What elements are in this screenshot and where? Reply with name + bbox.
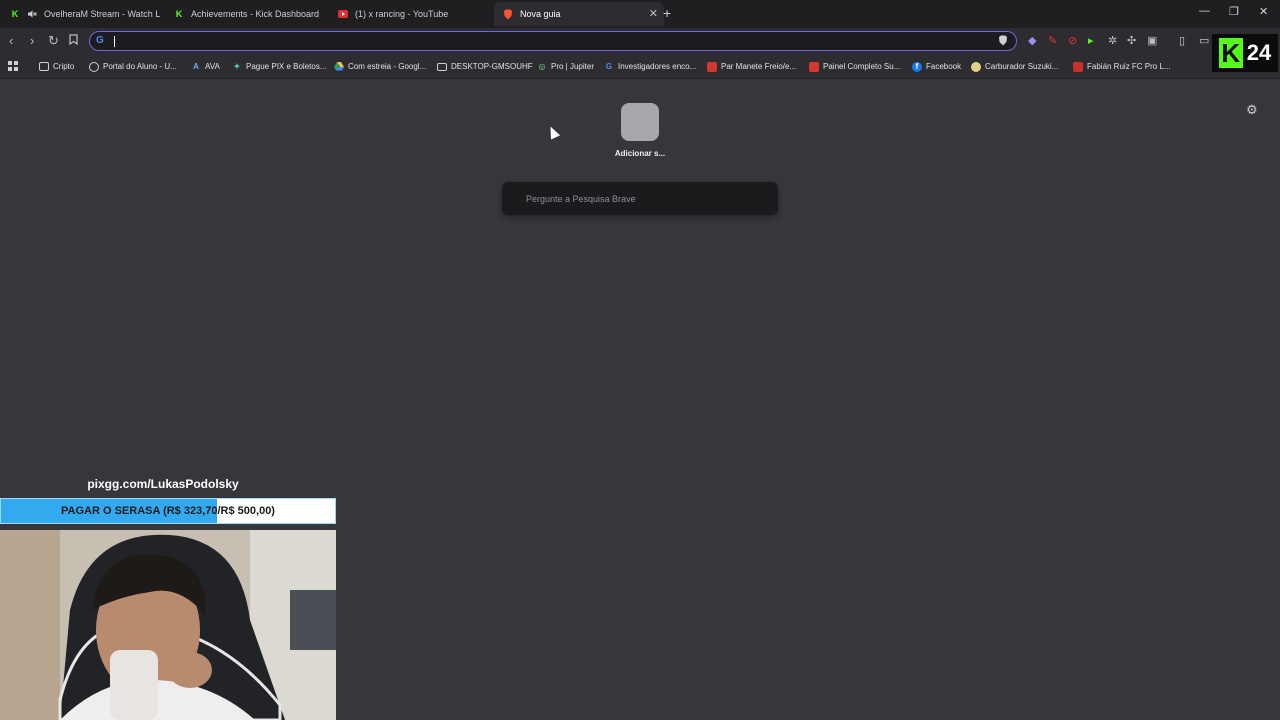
bookmark-label: Pro | Jupiter bbox=[551, 62, 594, 71]
bookmark-label: Fabián Ruiz FC Pro L... bbox=[1087, 62, 1171, 71]
bookmark-pague-pix[interactable]: ✦ Pague PIX e Boletos... bbox=[232, 60, 327, 73]
bookmark-label: Pague PIX e Boletos... bbox=[246, 62, 327, 71]
shop-icon bbox=[971, 61, 981, 72]
tab-strip: K OvelheraM Stream - Watch Live o K Achi… bbox=[0, 0, 1280, 28]
bookmark-investigadores[interactable]: G Investigadores enco... bbox=[604, 60, 696, 73]
bookmark-label: Facebook bbox=[926, 62, 962, 71]
bookmark-label: DESKTOP-GMSOUHF bbox=[451, 62, 533, 71]
mouse-cursor-icon bbox=[545, 124, 561, 140]
extensions-puzzle-icon[interactable]: ✣ bbox=[1127, 34, 1136, 47]
jupiter-icon: ◎ bbox=[538, 62, 546, 71]
bookmark-com-estreia[interactable]: Com estreia - Googl... bbox=[334, 60, 426, 73]
ava-icon: A bbox=[193, 62, 199, 71]
window-icon[interactable]: ▭ bbox=[1199, 34, 1209, 47]
google-icon: G bbox=[605, 62, 613, 71]
goal-text: PAGAR O SERASA (R$ 323,70/R$ 500,00) bbox=[61, 505, 275, 517]
shop-icon bbox=[707, 61, 717, 72]
extension-stop-icon[interactable]: ⊘ bbox=[1068, 34, 1077, 47]
tab-ovelheram-stream[interactable]: K OvelheraM Stream - Watch Live o bbox=[6, 2, 160, 26]
bookmark-desktop[interactable]: DESKTOP-GMSOUHF bbox=[437, 60, 533, 73]
drive-icon bbox=[334, 62, 344, 72]
tab-nova-guia[interactable]: Nova guia ✕ bbox=[494, 2, 664, 26]
google-search-icon: G bbox=[96, 35, 104, 46]
bookmark-label: Carburador Suzuki... bbox=[985, 62, 1059, 71]
bookmark-par-manete[interactable]: Par Manete Freio/e... bbox=[707, 60, 796, 73]
tab-title: OvelheraM Stream - Watch Live o bbox=[44, 9, 160, 19]
add-shortcut-tile[interactable] bbox=[621, 103, 659, 141]
forward-icon[interactable]: › bbox=[30, 33, 34, 48]
ntp-settings-icon[interactable]: ⚙ bbox=[1246, 102, 1258, 118]
bookmark-label: AVA bbox=[205, 62, 220, 71]
tab-title: Nova guia bbox=[520, 9, 561, 19]
brave-shield-icon[interactable] bbox=[998, 35, 1008, 49]
bookmark-cripto[interactable]: Cripto bbox=[39, 60, 74, 73]
brave-icon bbox=[503, 9, 513, 19]
toolbar: ‹ › ↻ G ◆ ✎ ⊘ ▸ ✲ ✣ ▣ ▯ ▭ bbox=[0, 28, 1280, 55]
minimize-icon[interactable]: — bbox=[1199, 5, 1210, 17]
facebook-icon: f bbox=[912, 61, 922, 72]
kick-badge-number: 24 bbox=[1246, 40, 1272, 65]
tab-achievements[interactable]: K Achievements - Kick Dashboard bbox=[170, 2, 324, 26]
muted-speaker-icon[interactable] bbox=[27, 9, 37, 19]
sidebar-toggle-icon[interactable]: ▯ bbox=[1179, 34, 1185, 47]
kick-logo-icon: K bbox=[1218, 38, 1243, 68]
bookmark-fabian-ruiz[interactable]: Fabián Ruiz FC Pro L... bbox=[1073, 60, 1171, 73]
leo-ai-icon[interactable]: ◆ bbox=[1028, 34, 1036, 47]
brave-search-box[interactable] bbox=[502, 182, 778, 215]
webcam-feed bbox=[0, 530, 336, 720]
extension-red-icon[interactable]: ✎ bbox=[1048, 34, 1057, 47]
bookmark-pro-jupiter[interactable]: ◎ Pro | Jupiter bbox=[537, 60, 594, 73]
globe-icon bbox=[89, 61, 99, 72]
fc-icon bbox=[1073, 61, 1083, 72]
tab-youtube[interactable]: (1) x rancing - YouTube bbox=[334, 2, 488, 26]
extension-gear-icon[interactable]: ✲ bbox=[1108, 34, 1117, 47]
donation-goal-bar: PAGAR O SERASA (R$ 323,70/R$ 500,00) bbox=[0, 498, 336, 524]
bookmark-label: Investigadores enco... bbox=[618, 62, 697, 71]
tab-title: (1) x rancing - YouTube bbox=[355, 9, 449, 19]
bookmarks-bar: Cripto Portal do Aluno - U... A AVA ✦ Pa… bbox=[0, 55, 1280, 79]
bookmark-label: Par Manete Freio/e... bbox=[721, 62, 797, 71]
kick-icon: K bbox=[175, 9, 183, 19]
shop-icon bbox=[809, 61, 819, 72]
tab-title: Achievements - Kick Dashboard bbox=[191, 9, 320, 19]
address-bar[interactable]: G bbox=[89, 31, 1017, 51]
kick-icon: K bbox=[11, 9, 19, 19]
apps-grid-icon[interactable] bbox=[8, 60, 19, 73]
add-shortcut-label: Adicionar s... bbox=[614, 149, 666, 158]
pix-donation-link: pixgg.com/LukasPodolsky bbox=[87, 477, 239, 491]
close-tab-icon[interactable]: ✕ bbox=[649, 7, 658, 20]
wallet-icon[interactable]: ▣ bbox=[1147, 34, 1157, 47]
bookmark-ava[interactable]: A AVA bbox=[191, 60, 220, 73]
monitor-icon bbox=[437, 62, 447, 71]
kick-stream-badge: K 24 bbox=[1212, 34, 1278, 72]
close-window-icon[interactable]: ✕ bbox=[1259, 5, 1268, 18]
reload-icon[interactable]: ↻ bbox=[48, 33, 59, 49]
pix-icon: ✦ bbox=[233, 62, 241, 71]
bookmark-icon[interactable] bbox=[69, 33, 78, 48]
bookmark-carburador[interactable]: Carburador Suzuki... bbox=[971, 60, 1058, 73]
bookmark-label: Portal do Aluno - U... bbox=[103, 62, 177, 71]
bookmark-label: Cripto bbox=[53, 62, 75, 71]
restore-icon[interactable]: ❐ bbox=[1229, 5, 1239, 18]
bookmark-facebook[interactable]: f Facebook bbox=[912, 60, 961, 73]
bookmark-label: Com estreia - Googl... bbox=[348, 62, 427, 71]
folder-icon bbox=[39, 62, 49, 71]
new-tab-button[interactable]: + bbox=[663, 5, 671, 21]
youtube-icon bbox=[338, 9, 348, 19]
text-caret bbox=[114, 36, 115, 47]
back-icon[interactable]: ‹ bbox=[9, 33, 13, 48]
bookmark-painel-completo[interactable]: Painel Completo Su... bbox=[809, 60, 900, 73]
bookmark-portal-aluno[interactable]: Portal do Aluno - U... bbox=[89, 60, 177, 73]
address-input[interactable] bbox=[112, 33, 976, 51]
brave-search-input[interactable] bbox=[524, 190, 768, 208]
extension-green-icon[interactable]: ▸ bbox=[1088, 34, 1094, 47]
bookmark-label: Painel Completo Su... bbox=[823, 62, 901, 71]
